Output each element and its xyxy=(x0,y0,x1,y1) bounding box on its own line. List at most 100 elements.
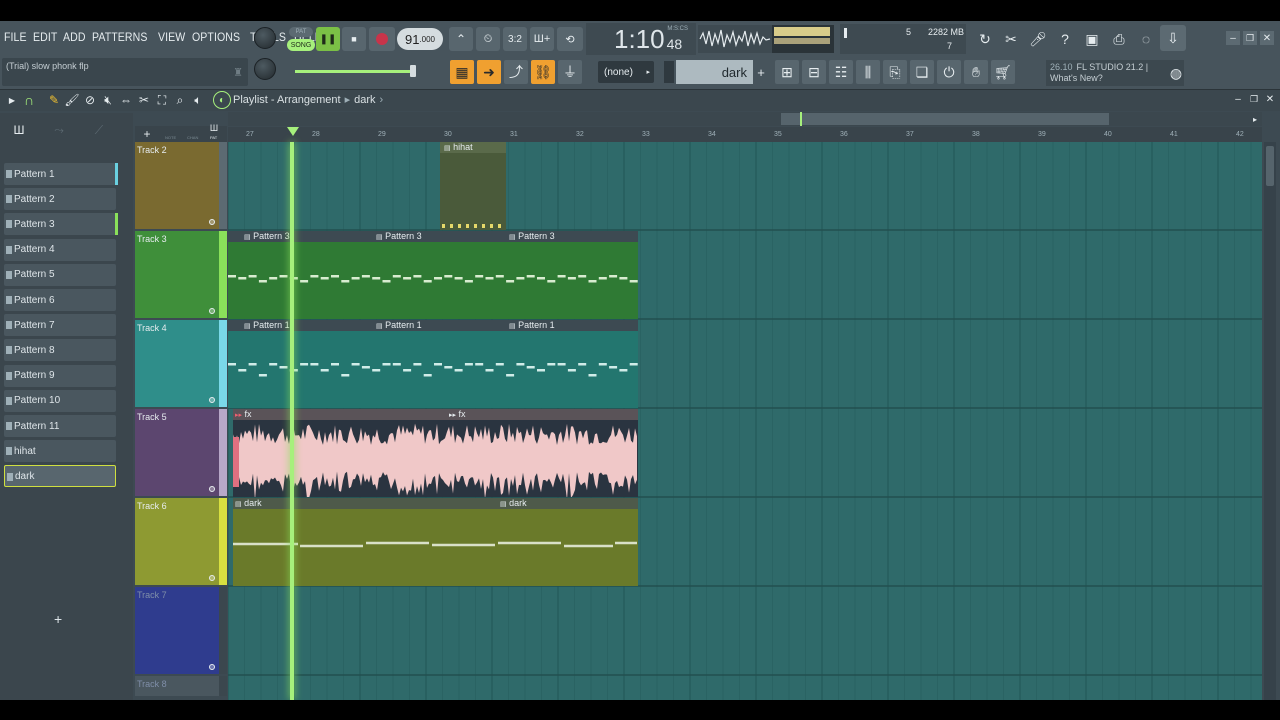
mixer-icon[interactable]: ⫼ xyxy=(856,60,880,84)
menu-view[interactable]: VIEW xyxy=(158,30,185,44)
piano-icon[interactable]: Ш xyxy=(207,121,221,135)
menu-patterns[interactable]: PATTERNS xyxy=(92,30,147,44)
select-icon[interactable]: ⛶ xyxy=(154,90,170,110)
playlist-view-icon[interactable]: ⊞ xyxy=(775,60,799,84)
typing-keyboard-icon[interactable]: ▦ xyxy=(450,60,474,84)
scroll-right-icon[interactable]: ▸ xyxy=(1249,112,1261,126)
menu-add[interactable]: ADD xyxy=(63,30,86,44)
pattern-item[interactable]: dark xyxy=(4,465,116,488)
playlist-close-icon[interactable]: ✕ xyxy=(1264,90,1276,108)
pause-button[interactable]: ❚❚ xyxy=(316,27,340,51)
track-header[interactable]: Track 8 xyxy=(135,676,219,696)
overview-bar[interactable] xyxy=(228,112,1262,126)
track-header[interactable]: Track 6 xyxy=(135,498,219,585)
track-header[interactable]: Track 2 xyxy=(135,142,219,229)
vertical-scrollbar[interactable] xyxy=(1264,142,1276,700)
mute-icon[interactable]: 🔇︎ xyxy=(100,90,116,110)
add-pattern-icon[interactable]: + xyxy=(754,60,768,84)
multilink-icon[interactable]: ⏚ xyxy=(558,60,582,84)
pat-song-toggle[interactable]: PAT SONG xyxy=(287,25,315,53)
song-position-display[interactable]: 1:10 48 M:S:CS xyxy=(586,23,696,55)
master-volume-handle[interactable] xyxy=(410,65,416,77)
metronome-button[interactable]: ⌃ xyxy=(449,27,473,51)
record-button[interactable] xyxy=(369,27,395,51)
pattern-item[interactable]: Pattern 5 xyxy=(4,263,116,286)
track-mute-dot[interactable] xyxy=(209,664,215,670)
pattern-item[interactable]: Pattern 7 xyxy=(4,314,116,337)
track-header[interactable]: Track 4 xyxy=(135,320,219,407)
slip-icon[interactable]: ⇔ xyxy=(118,90,134,110)
piano-roll-icon[interactable]: ⊟ xyxy=(802,60,826,84)
clip-hihat[interactable]: ▤ hihat xyxy=(440,142,506,230)
chat-icon[interactable]: ◌ xyxy=(1134,27,1158,51)
globe-icon[interactable]: ◍ xyxy=(1164,61,1188,85)
track-mute-dot[interactable] xyxy=(209,308,215,314)
pattern-item[interactable]: Pattern 10 xyxy=(4,389,116,412)
speaker-icon[interactable]: 🔈︎ xyxy=(190,90,206,110)
loop-record-button[interactable]: ⟲ xyxy=(557,27,583,51)
playhead-marker[interactable] xyxy=(287,127,299,136)
help-icon[interactable]: ? xyxy=(1053,27,1077,51)
pattern-item[interactable]: Pattern 9 xyxy=(4,364,116,387)
channel-rack-icon[interactable]: ☷ xyxy=(829,60,853,84)
track-mute-dot[interactable] xyxy=(209,486,215,492)
pattern-item[interactable]: Pattern 6 xyxy=(4,289,116,311)
zoom-icon[interactable]: ⌕ xyxy=(172,90,188,110)
magnet-icon[interactable]: ∩ xyxy=(20,90,38,110)
track-mute-dot[interactable] xyxy=(209,575,215,581)
microphone-icon[interactable]: 🎤︎ xyxy=(1026,27,1050,51)
playlist-icon[interactable]: ◐ xyxy=(213,91,231,109)
pattern-item[interactable]: hihat xyxy=(4,440,116,463)
track-selector-strip[interactable] xyxy=(219,231,227,318)
master-volume-slider[interactable] xyxy=(295,70,415,73)
track-selector-strip[interactable] xyxy=(219,320,227,407)
add-icon[interactable]: + xyxy=(141,126,153,142)
browser-icon[interactable]: ⎘ xyxy=(883,60,907,84)
pattern-item[interactable]: Pattern 3 xyxy=(4,213,118,236)
save-icon[interactable]: ▣ xyxy=(1080,27,1104,51)
restore-icon[interactable]: ❐ xyxy=(1243,31,1257,45)
render-icon[interactable]: ⎙ xyxy=(1107,27,1131,51)
blend-notes-icon[interactable]: ⤴ xyxy=(504,60,528,84)
arrangement-grid[interactable]: ▤ hihat ▤ Pattern 3 ▤ Pattern 3 ▤ Patter… xyxy=(228,142,1262,700)
track-header[interactable]: Track 3 xyxy=(135,231,219,318)
overview-viewport[interactable] xyxy=(781,113,1109,125)
download-icon[interactable]: ⇩ xyxy=(1160,25,1186,51)
pattern-item[interactable]: Pattern 4 xyxy=(4,238,116,261)
pattern-item[interactable]: Pattern 8 xyxy=(4,339,116,362)
playlist-breadcrumb[interactable]: dark xyxy=(354,94,375,106)
playlist-minimize-icon[interactable]: – xyxy=(1232,90,1244,108)
pattern-selector[interactable]: (none) ▸ xyxy=(598,61,654,83)
pattern-name-field[interactable]: dark xyxy=(676,60,753,84)
track-header[interactable]: Track 5 xyxy=(135,409,219,496)
track-selector-strip[interactable] xyxy=(219,142,227,229)
playhead[interactable] xyxy=(290,142,294,700)
wait-input-button[interactable]: ⏲ xyxy=(476,27,500,51)
link-icon[interactable]: ⛓ xyxy=(531,60,555,84)
pattern-item[interactable]: Pattern 2 xyxy=(4,188,116,211)
master-volume-knob[interactable] xyxy=(254,27,276,49)
brush-icon[interactable]: 🖌︎ xyxy=(64,90,80,110)
touch-controller-icon[interactable]: ✋︎ xyxy=(964,60,988,84)
plugin-picker-icon[interactable]: ⏻ xyxy=(937,60,961,84)
delete-icon[interactable]: ⊘ xyxy=(82,90,98,110)
playlist-restore-icon[interactable]: ❐ xyxy=(1248,90,1260,108)
undo-icon[interactable]: ↻ xyxy=(973,27,997,51)
pattern-item[interactable]: Pattern 1 xyxy=(4,163,118,185)
track-mute-dot[interactable] xyxy=(209,397,215,403)
menu-file[interactable]: FILE xyxy=(4,30,27,44)
step-forward-icon[interactable]: ➜ xyxy=(477,60,501,84)
track-selector-strip[interactable] xyxy=(219,409,227,496)
tempo-display[interactable]: 91.000 xyxy=(397,28,443,50)
countdown-button[interactable]: 3:2 xyxy=(503,27,527,51)
track-mute-dot[interactable] xyxy=(209,219,215,225)
scroll-thumb[interactable] xyxy=(1266,146,1274,186)
menu-edit[interactable]: EDIT xyxy=(33,30,57,44)
pattern-prev-arrow[interactable] xyxy=(664,61,674,83)
play-icon[interactable]: ▶ xyxy=(6,90,18,110)
pencil-icon[interactable]: ✎ xyxy=(46,90,62,110)
cut-icon[interactable]: ✂ xyxy=(999,27,1023,51)
track-selector-strip[interactable] xyxy=(219,498,227,585)
master-pitch-knob[interactable] xyxy=(254,58,276,80)
slice-icon[interactable]: ✂ xyxy=(136,90,152,110)
